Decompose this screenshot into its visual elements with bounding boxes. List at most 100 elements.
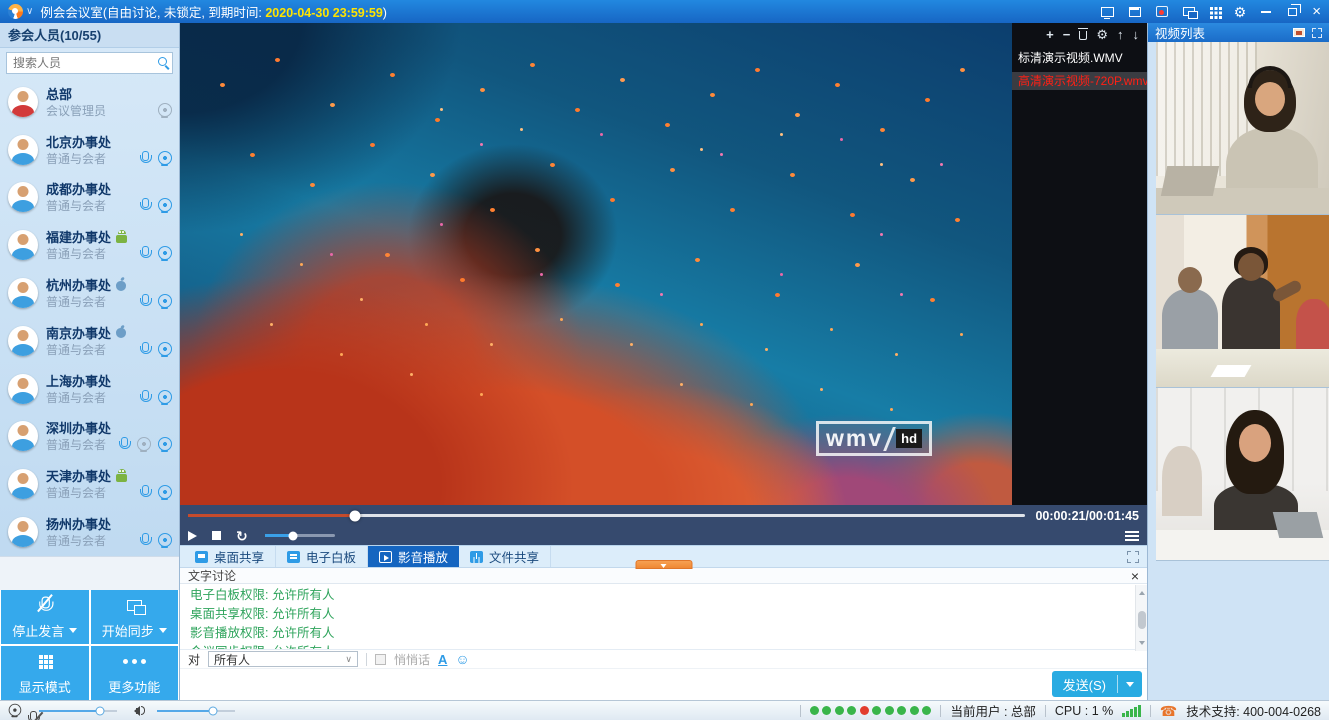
recipient-select[interactable]: 所有人 ∨ [208, 651, 358, 667]
mic-icon[interactable] [139, 198, 150, 213]
camera-icon[interactable] [158, 198, 171, 213]
participant-role: 普通与会者 [46, 197, 106, 214]
emoji-button[interactable]: ☺ [455, 652, 469, 666]
video-list-header: 视频列表 [1155, 23, 1205, 42]
tab-media-playback[interactable]: 影音播放 [368, 546, 459, 567]
camera-off-icon[interactable] [137, 437, 150, 452]
seek-progress [188, 514, 355, 517]
participant-row[interactable]: 扬州办事处 普通与会者 [0, 508, 179, 556]
message-input[interactable]: 发送(S) [180, 668, 1147, 700]
participant-row[interactable]: 南京办事处 普通与会者 [0, 317, 179, 365]
play-button[interactable] [188, 531, 197, 541]
fullscreen-expand-icon[interactable] [1127, 551, 1139, 563]
mic-icon[interactable] [139, 533, 150, 548]
playlist-move-down-icon[interactable]: ↓ [1133, 28, 1140, 41]
window-mode-icon[interactable] [1129, 0, 1141, 23]
settings-gear-icon[interactable]: ⚙ [1234, 0, 1247, 23]
titlebar-actions: ⚙ × [1101, 0, 1321, 23]
scroll-up-icon[interactable] [1139, 588, 1145, 595]
stop-speaking-button[interactable]: 停止发言 [1, 590, 89, 644]
mic-icon[interactable] [139, 294, 150, 309]
playlist-item[interactable]: 标清演示视频.WMV [1012, 49, 1147, 67]
camera-icon[interactable] [158, 103, 171, 118]
app-logo-icon[interactable] [8, 4, 23, 19]
camera-icon[interactable] [158, 246, 171, 261]
record-icon[interactable] [1156, 0, 1168, 23]
camera-icon[interactable] [158, 294, 171, 309]
speaker-icon[interactable] [129, 706, 145, 716]
tab-file-share[interactable]: 文件共享 [459, 546, 551, 567]
search-icon[interactable] [158, 57, 167, 66]
status-dot [860, 706, 869, 715]
participant-row[interactable]: 天津办事处 普通与会者 [0, 460, 179, 508]
close-button[interactable]: × [1312, 0, 1321, 23]
font-button[interactable]: A [438, 652, 447, 667]
camera-icon[interactable] [158, 390, 171, 405]
camera-icon[interactable] [158, 437, 171, 452]
stop-button[interactable] [212, 531, 221, 540]
participant-row[interactable]: 深圳办事处 普通与会者 [0, 413, 179, 461]
chat-scrollbar[interactable] [1135, 585, 1147, 651]
playlist-add-icon[interactable]: + [1046, 28, 1054, 41]
remote-video-1[interactable] [1156, 42, 1329, 215]
mic-icon[interactable] [118, 437, 129, 452]
playlist-item-selected[interactable]: 高清演示视频-720P.wmv 删除 [1012, 72, 1147, 90]
playlist-toggle-icon[interactable] [1125, 531, 1139, 533]
mic-icon[interactable] [139, 342, 150, 357]
signal-bars-icon [1122, 705, 1141, 717]
participant-role: 会议管理员 [46, 102, 106, 119]
participant-row[interactable]: 福建办事处 普通与会者 [0, 221, 179, 269]
more-functions-button[interactable]: 更多功能 [91, 646, 179, 700]
speaker-volume-slider[interactable] [157, 710, 235, 712]
send-button[interactable]: 发送(S) [1052, 671, 1142, 697]
playlist-move-up-icon[interactable]: ↑ [1117, 28, 1124, 41]
whisper-checkbox[interactable] [375, 654, 386, 665]
mic-icon[interactable] [139, 485, 150, 500]
apps-grid-icon[interactable] [1210, 0, 1219, 23]
send-options-caret[interactable] [1118, 678, 1142, 691]
menu-chevron-icon[interactable]: ∨ [26, 6, 33, 17]
participant-role: 普通与会者 [46, 245, 106, 262]
remote-video-3[interactable] [1156, 388, 1329, 561]
camera-icon[interactable] [158, 485, 171, 500]
display-mode-button[interactable]: 显示模式 [1, 646, 89, 700]
mic-icon[interactable] [139, 390, 150, 405]
seek-bar[interactable] [188, 514, 1025, 517]
volume-handle[interactable] [288, 531, 297, 540]
screen-share-icon[interactable] [1101, 0, 1114, 23]
expand-icon[interactable] [1312, 28, 1322, 38]
volume-slider[interactable] [265, 534, 335, 537]
scroll-thumb[interactable] [1138, 611, 1146, 629]
search-input[interactable] [6, 52, 173, 74]
scroll-down-icon[interactable] [1139, 641, 1145, 648]
replay-button[interactable]: ↻ [236, 529, 248, 543]
mic-icon[interactable] [139, 151, 150, 166]
seek-handle[interactable] [350, 510, 361, 521]
monitor-icon[interactable] [1293, 28, 1305, 37]
participant-row[interactable]: 总部 会议管理员 [0, 78, 179, 126]
chat-close-icon[interactable]: × [1131, 570, 1139, 582]
minimize-button[interactable] [1261, 0, 1271, 23]
camera-icon[interactable] [158, 151, 171, 166]
webcam-status-icon[interactable] [9, 704, 21, 718]
participant-row[interactable]: 北京办事处 普通与会者 [0, 126, 179, 174]
participant-row[interactable]: 上海办事处 普通与会者 [0, 365, 179, 413]
playlist-remove-icon[interactable]: − [1063, 28, 1071, 41]
camera-icon[interactable] [158, 342, 171, 357]
collapse-handle[interactable] [635, 560, 692, 569]
participant-row[interactable]: 杭州办事处 普通与会者 [0, 269, 179, 317]
tab-desktop-share[interactable]: 桌面共享 [184, 546, 276, 567]
participant-row[interactable]: 成都办事处 普通与会者 [0, 174, 179, 222]
maximize-button[interactable] [1286, 0, 1297, 23]
mic-volume-slider[interactable] [39, 710, 117, 712]
title-bar: ∨ 例会会议室(自由讨论, 未锁定, 到期时间: 2020-04-30 23:5… [0, 0, 1329, 23]
remote-video-2[interactable] [1156, 215, 1329, 388]
playlist-settings-icon[interactable]: ⚙ [1096, 28, 1108, 41]
sync-icon[interactable] [1183, 0, 1195, 23]
media-playback-area[interactable]: wmvHD + − ⚙ ↑ ↓ 标清演示视频.WMV 高清演示视频-720P.w… [180, 23, 1147, 505]
mic-icon[interactable] [139, 246, 150, 261]
start-sync-button[interactable]: 开始同步 [91, 590, 179, 644]
camera-icon[interactable] [158, 533, 171, 548]
tab-whiteboard[interactable]: 电子白板 [276, 546, 368, 567]
playlist-trash-icon[interactable] [1079, 31, 1087, 40]
